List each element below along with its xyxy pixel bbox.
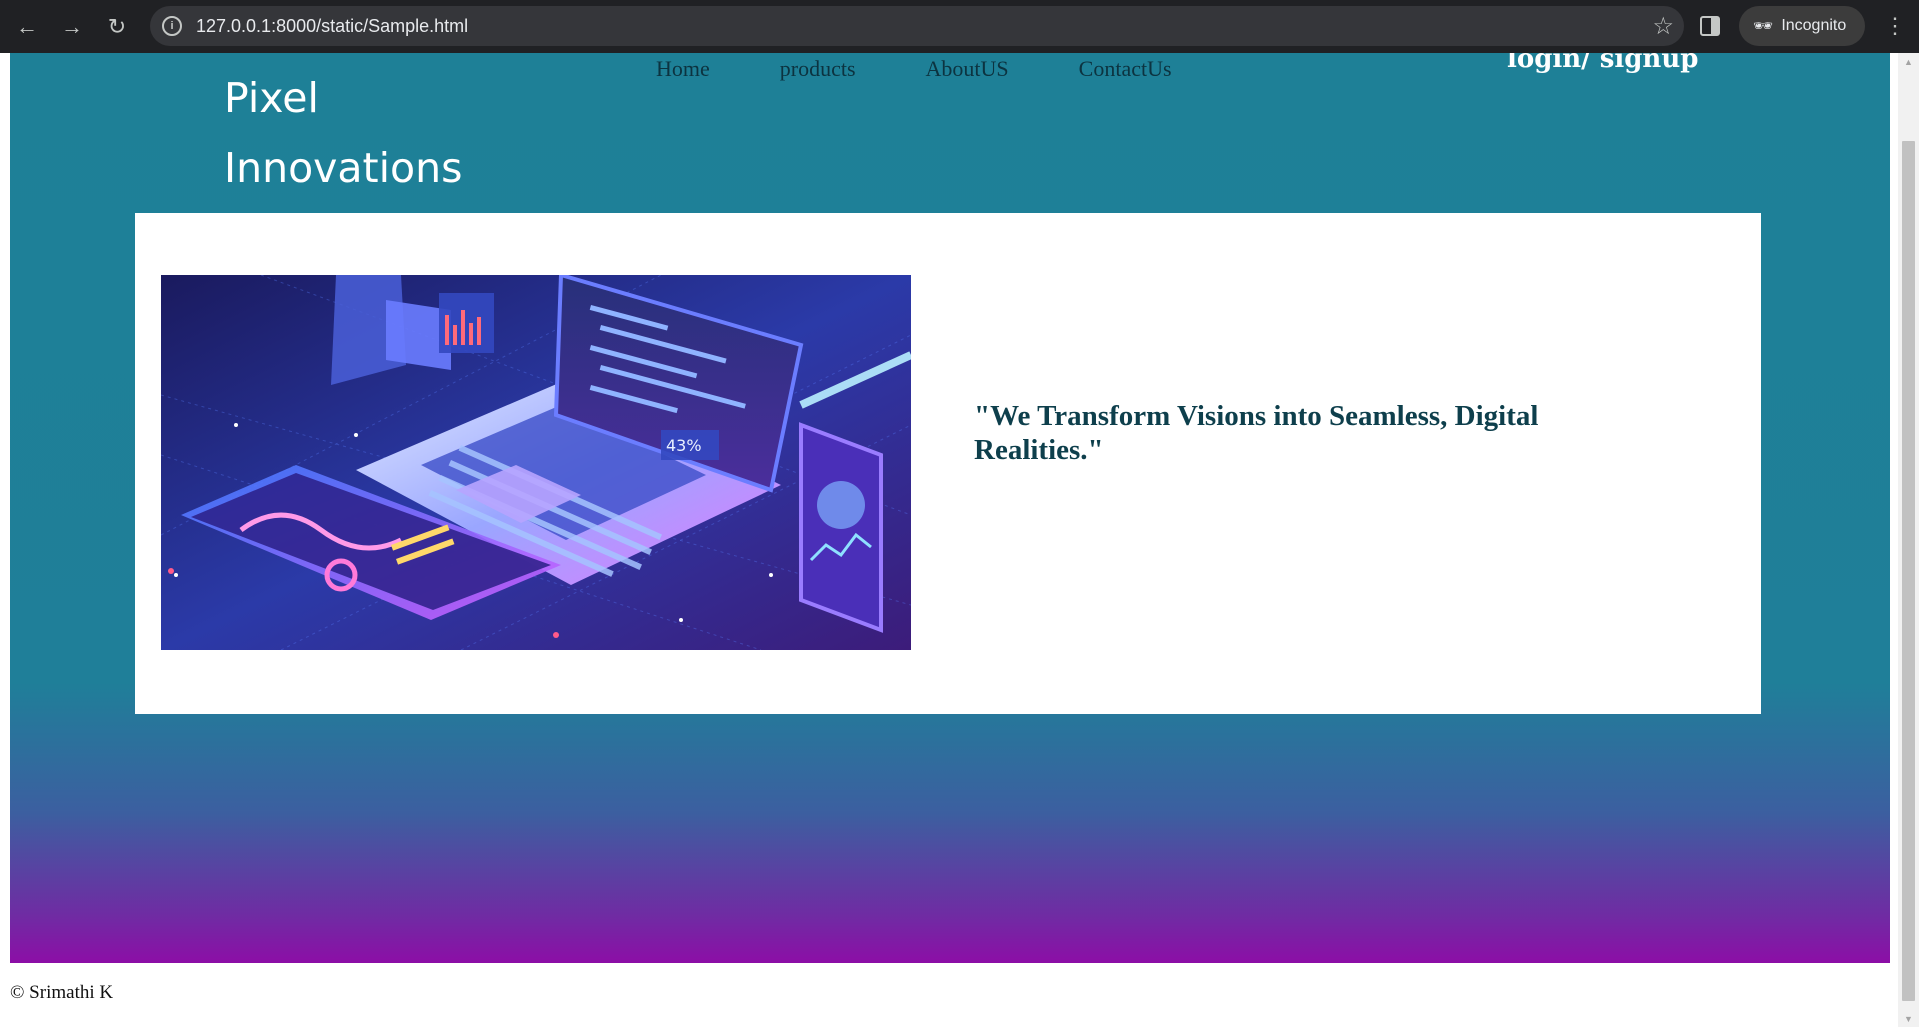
browser-toolbar: ← → ↻ i 127.0.0.1:8000/static/Sample.htm…	[0, 0, 1919, 53]
hero-quote: "We Transform Visions into Seamless, Dig…	[974, 400, 1539, 466]
svg-text:43%: 43%	[666, 436, 702, 455]
incognito-label: Incognito	[1781, 17, 1847, 34]
kebab-menu-icon[interactable]: ⋮	[1884, 10, 1906, 42]
star-icon[interactable]: ☆	[1652, 12, 1674, 41]
logo-line-1: Pixel	[224, 74, 319, 122]
reload-icon[interactable]: ↻	[102, 12, 132, 42]
logo-line-2: Innovations	[224, 144, 463, 192]
side-panel-icon[interactable]	[1700, 16, 1720, 36]
site-logo: Pixel Innovations	[224, 63, 544, 203]
login-signup-link[interactable]: login/ signup	[1507, 53, 1698, 77]
nav-products[interactable]: products	[780, 53, 856, 83]
nav-home[interactable]: Home	[656, 53, 710, 83]
scroll-up-icon[interactable]: ▲	[1898, 53, 1919, 70]
info-icon[interactable]: i	[162, 16, 182, 36]
address-bar[interactable]: i 127.0.0.1:8000/static/Sample.html ☆	[150, 6, 1684, 46]
hero-card: 43% "We Transform Visions into Seamless,…	[135, 213, 1761, 714]
page-viewport: Pixel Innovations Home products AboutUS …	[10, 53, 1890, 963]
incognito-button[interactable]: 🕶 Incognito	[1739, 6, 1865, 46]
hero-image: 43%	[161, 275, 911, 650]
back-icon[interactable]: ←	[12, 12, 42, 42]
url-text[interactable]: 127.0.0.1:8000/static/Sample.html	[196, 16, 468, 37]
scrollbar[interactable]: ▲ ▼	[1898, 53, 1919, 1027]
scroll-down-icon[interactable]: ▼	[1898, 1010, 1919, 1027]
main-nav: Home products AboutUS ContactUs	[656, 53, 1172, 83]
scroll-thumb[interactable]	[1902, 141, 1915, 1001]
incognito-icon: 🕶	[1753, 18, 1774, 35]
footer-copyright: © Srimathi K	[10, 982, 114, 1003]
nav-aboutus[interactable]: AboutUS	[926, 53, 1009, 83]
isometric-laptop-dashboard-illustration: 43%	[161, 275, 911, 650]
nav-contactus[interactable]: ContactUs	[1079, 53, 1172, 83]
forward-icon[interactable]: →	[57, 12, 87, 42]
